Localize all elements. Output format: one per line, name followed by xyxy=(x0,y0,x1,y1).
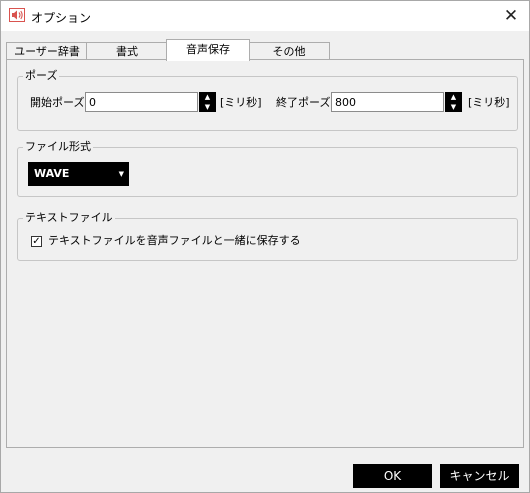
save-text-file-label[interactable]: テキストファイルを音声ファイルと一緒に保存する xyxy=(48,234,301,248)
ok-button[interactable]: OK xyxy=(353,464,432,488)
file-format-group: ファイル形式 WAVE ▼ xyxy=(17,140,518,197)
end-pause-up-button[interactable]: ▲ xyxy=(445,92,462,102)
pause-group: ポーズ 開始ポーズ 0 ▲ ▼ [ミリ秒] 終了ポーズ 800 ▲ ▼ [ミリ秒… xyxy=(17,69,518,131)
file-format-legend: ファイル形式 xyxy=(23,140,93,154)
title-bar: オプション ✕ xyxy=(1,1,529,31)
file-format-select[interactable]: WAVE ▼ xyxy=(28,162,129,186)
start-pause-up-button[interactable]: ▲ xyxy=(199,92,216,102)
close-icon[interactable]: ✕ xyxy=(499,4,523,28)
start-pause-down-button[interactable]: ▼ xyxy=(199,102,216,112)
tab-format[interactable]: 書式 xyxy=(86,42,168,60)
tab-panel-audio-save: ポーズ 開始ポーズ 0 ▲ ▼ [ミリ秒] 終了ポーズ 800 ▲ ▼ [ミリ秒… xyxy=(6,59,524,448)
end-pause-unit: [ミリ秒] xyxy=(468,96,510,109)
cancel-button[interactable]: キャンセル xyxy=(440,464,519,488)
start-pause-label: 開始ポーズ xyxy=(30,96,85,109)
tab-audio-save[interactable]: 音声保存 xyxy=(166,39,250,61)
tab-user-dictionary[interactable]: ユーザー辞書 xyxy=(6,42,88,60)
window-title: オプション xyxy=(31,11,92,25)
chevron-down-icon: ▼ xyxy=(118,170,124,178)
speaker-icon xyxy=(9,8,25,22)
text-file-group: テキストファイル ✓ テキストファイルを音声ファイルと一緒に保存する xyxy=(17,211,518,261)
text-file-legend: テキストファイル xyxy=(23,211,115,225)
end-pause-down-button[interactable]: ▼ xyxy=(445,102,462,112)
end-pause-label: 終了ポーズ xyxy=(276,96,331,109)
pause-legend: ポーズ xyxy=(23,69,60,83)
start-pause-unit: [ミリ秒] xyxy=(220,96,262,109)
save-text-file-checkbox[interactable]: ✓ xyxy=(31,236,42,247)
file-format-value: WAVE xyxy=(34,167,70,180)
start-pause-input[interactable]: 0 xyxy=(85,92,198,112)
end-pause-input[interactable]: 800 xyxy=(331,92,444,112)
checkmark-icon: ✓ xyxy=(32,236,41,247)
tab-other[interactable]: その他 xyxy=(248,42,330,60)
